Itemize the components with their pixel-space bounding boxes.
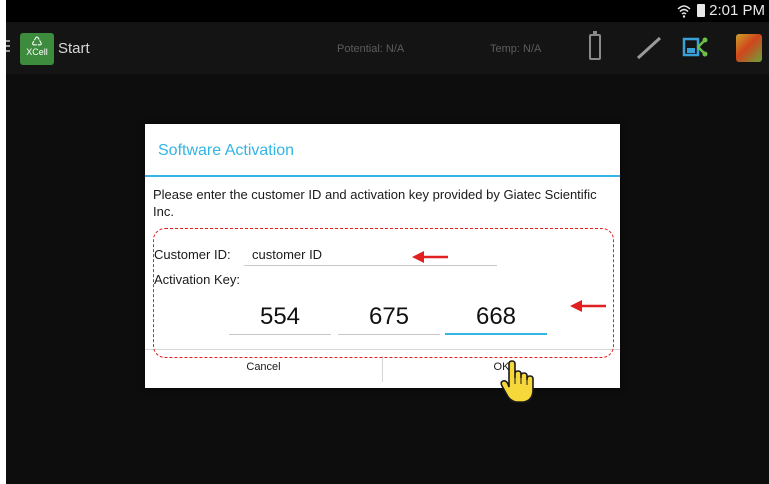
app-icon[interactable]: ♺ XCell bbox=[20, 33, 54, 65]
annotation-highlight-box bbox=[153, 228, 614, 358]
app-title: Start bbox=[58, 40, 90, 57]
annotation-arrow-activation-key bbox=[570, 300, 606, 312]
battery-outline-icon[interactable] bbox=[589, 31, 601, 60]
device-screen: 2:01 PM ♺ XCell Start Potential: N/A Tem… bbox=[6, 0, 769, 484]
status-bar: 2:01 PM bbox=[6, 0, 769, 22]
app-icon-label: XCell bbox=[26, 47, 48, 57]
action-bar: ♺ XCell Start Potential: N/A Temp: N/A bbox=[6, 22, 769, 74]
title-divider bbox=[145, 175, 620, 177]
annotation-arrow-customer-id bbox=[412, 251, 448, 263]
battery-icon bbox=[697, 4, 706, 17]
dialog-message: Please enter the customer ID and activat… bbox=[153, 187, 597, 219]
hand-pointer-icon bbox=[500, 360, 534, 403]
network-icon[interactable] bbox=[682, 36, 712, 60]
status-icons: 2:01 PM bbox=[677, 2, 765, 19]
probe-icon[interactable] bbox=[634, 36, 664, 60]
potential-readout: Potential: N/A bbox=[337, 43, 405, 55]
menu-icon[interactable] bbox=[6, 40, 10, 52]
temp-readout: Temp: N/A bbox=[490, 43, 542, 55]
clock: 2:01 PM bbox=[709, 2, 765, 19]
map-icon[interactable] bbox=[736, 34, 762, 62]
dialog-title: Software Activation bbox=[158, 142, 295, 159]
wifi-icon bbox=[677, 4, 691, 18]
